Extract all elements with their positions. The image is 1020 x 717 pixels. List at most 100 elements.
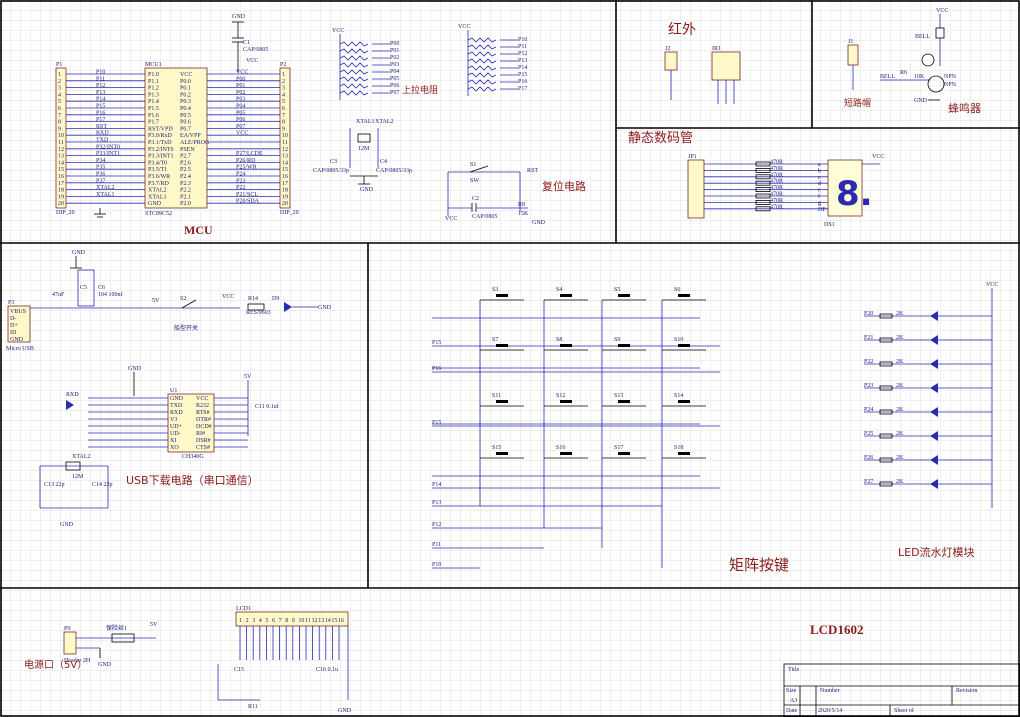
lcd-pin-num: 2 [246,618,249,624]
mcu-right-pin: P0.7 [180,126,191,132]
pullup-title: 上拉电阻 [402,84,438,96]
mcu-ref: MCU1 [145,62,162,68]
pullup-net: P12 [518,51,527,57]
led-res: 2K [896,311,904,317]
c6-ref: C6 [98,285,105,291]
mcu-left-pin: P1.6 [148,113,159,119]
lcd-pin-num: 12 [312,618,318,624]
p1-pin-num: 17 [58,181,64,187]
power-title: 电源口（5V） [24,658,87,671]
mcu-right-pin: P0.0 [180,79,191,85]
p1-pin-num: 18 [58,188,64,194]
c15-ref: C15 [234,667,244,673]
mcu-left-pin: P1.1 [148,79,159,85]
pullup-net: P16 [518,79,527,85]
mcu-left-pin: P3.0/RxD [148,133,173,139]
mcu-left-pin: P3.5/T1 [148,167,167,173]
led-res: 2K [896,431,904,437]
p0-ref: P0 [64,626,70,632]
c4-val: CAP/0805/33p [376,168,412,174]
reset-section: S1 SW RST C2 CAP/0805 VCC R8 15K GND 复位电… [445,162,586,226]
mcu-section: P1 DIP_20 MCU1 STC89C52 P2 DIP_20 1 P10 P1… [55,14,299,237]
tb-revision: Revision [956,688,977,694]
d9-ref: D9 [272,296,279,302]
schematic-svg: P1 DIP_20 MCU1 STC89C52 P2 DIP_20 1 P10 P1… [0,0,1020,717]
p0-gnd: GND [98,662,112,668]
p1-pin-num: 13 [58,154,64,160]
pullup-net: P02 [390,55,399,61]
xtal1b-label: XTAL2 [375,119,394,125]
mcu-right-pin: P2.6 [180,160,191,166]
c3-val: CAP/0805/33p [313,168,349,174]
led-res: 2K [896,479,904,485]
p2-pin-num: 4 [282,92,285,98]
seg-digit: 8. [836,174,873,214]
pullup-net: P04 [390,69,399,75]
mcu-right-net: P07 [236,124,245,130]
mcu-left-net: P32/INT0 [96,144,120,150]
mcu-left-net: P33/INT1 [96,151,120,157]
switch-label: 船型开关 [174,324,198,332]
p2-pin-num: 16 [282,174,288,180]
switch-vcc: VCC [222,294,234,300]
key-ref: S9 [614,337,620,343]
buzzer-vcc: VCC [936,8,948,14]
mcu-left-net: RXD [96,131,109,137]
p1-pin-num: 5 [58,99,61,105]
p2-pin-num: 12 [282,147,288,153]
mcu-right-pin: PSEN [180,147,195,153]
key-ref: S12 [556,393,565,399]
mcu-right-pin: P2.4 [180,174,191,180]
pullup-vcc1: VCC [332,28,344,34]
mcu-right-net: P05 [236,110,245,116]
ch-gnd: GND [128,366,142,372]
key-ref: S8 [556,337,562,343]
ch340-section: GND U1 GNDTXDRXDV3UD+UD-XIXOVCCR232RTS#D… [39,366,279,528]
p3-ref: P3 [8,300,14,306]
lcd-pin-num: 9 [292,618,295,624]
ch-5v: 5V [244,374,252,380]
mcu-left-pin: P3.7/RD [148,181,170,187]
seg-res-val: 470R [770,160,783,166]
crystal-section: XTAL1 XTAL2 12M C3 C4 CAP/0805/33p CAP/0… [313,119,412,193]
key-ref: S17 [614,445,623,451]
lcd-title: LCD1602 [810,622,863,637]
key-ref: S14 [674,393,683,399]
pullup-net: P00 [390,41,399,47]
p1-pin-num: 6 [58,106,61,112]
lcd-pin-num: 10 [298,618,304,624]
mcu-right-pin: P0.4 [180,106,191,112]
pullup-net: P01 [390,48,399,54]
s2-ref: S2 [180,296,186,302]
seg-res-val: 470R [770,179,783,185]
mcu-right-net: P24 [236,172,245,178]
ch-left-pin: XO [170,445,179,451]
c1-val: CAP/0805 [243,47,268,53]
mcu-left-net: P12 [96,83,105,89]
xtal-gnd: GND [360,187,374,193]
rxd-led: RXD [66,392,79,398]
mcu-right-net: P25/WR [236,165,257,171]
c3-ref: C3 [330,159,337,165]
key-ref: S11 [492,393,501,399]
led-title: LED流水灯模块 [898,545,975,559]
usb-title: USB下载电路（串口通信） [126,474,259,487]
r14-val: RES/0603 [246,310,271,316]
mcu-left-pin: P3.1/TxD [148,140,172,146]
usb-pin: D+ [10,323,18,329]
key-ref: S5 [614,287,620,293]
ch-left-pin: UD+ [170,424,183,430]
c5-ref: C5 [80,285,87,291]
p2-pin-num: 13 [282,154,288,160]
mcu-right-pin: P0.6 [180,120,191,126]
p2-pin-num: 3 [282,86,285,92]
j2-ref: J2 [665,46,670,52]
seg-pin: g [818,200,821,206]
led-res: 2K [896,359,904,365]
jumper-title: 短路帽 [844,97,871,109]
r11-ref: R11 [248,704,258,710]
mcu-right-pin: EA/VPP [180,133,201,139]
p1-pin-num: 7 [58,113,61,119]
mcu-right-pin: P0.1 [180,86,191,92]
buzzer-title: 蜂鸣器 [948,101,981,115]
